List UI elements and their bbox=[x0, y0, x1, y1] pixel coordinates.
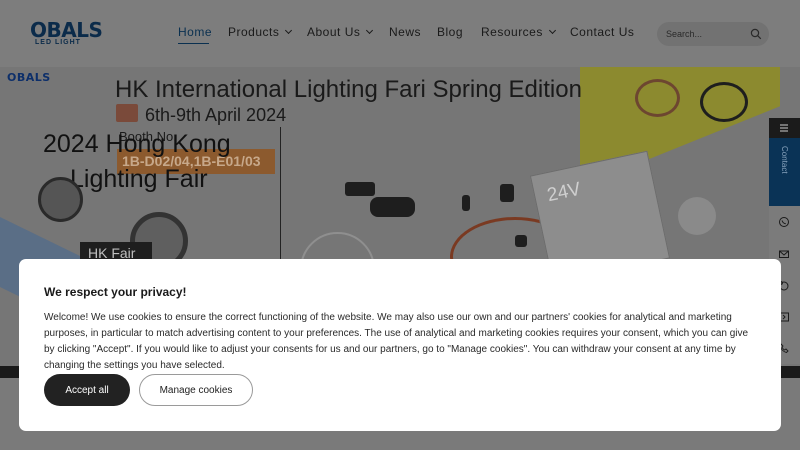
nav-active-indicator bbox=[178, 43, 209, 44]
track-light-product-image bbox=[345, 182, 375, 196]
event-title: HK International Lighting Fari Spring Ed… bbox=[115, 76, 582, 103]
nav-label: News bbox=[389, 25, 422, 39]
led-strip-product-image bbox=[700, 82, 748, 122]
manage-cookies-button[interactable]: Manage cookies bbox=[139, 374, 253, 406]
email-icon[interactable] bbox=[778, 248, 790, 260]
side-menu-toggle[interactable] bbox=[769, 118, 800, 138]
nav-news[interactable]: News bbox=[389, 25, 421, 39]
side-contact-button[interactable]: Contact bbox=[769, 138, 800, 206]
nav-label: About Us bbox=[307, 25, 361, 39]
headline-line-1: 2024 Hong Kong bbox=[43, 130, 231, 158]
nav-about-us[interactable]: About Us bbox=[307, 25, 374, 39]
chevron-down-icon bbox=[366, 26, 374, 35]
led-strip-product-image bbox=[635, 79, 680, 117]
cookie-description: Welcome! We use cookies to ensure the co… bbox=[44, 312, 749, 371]
connector-product-image bbox=[462, 195, 470, 211]
nav-label: Blog bbox=[437, 25, 464, 39]
nav-products[interactable]: Products bbox=[228, 25, 293, 39]
event-date: 6th-9th April 2024 bbox=[145, 105, 287, 125]
round-lamp-product-image bbox=[678, 197, 716, 235]
track-light-product-image bbox=[370, 197, 415, 217]
nav-blog[interactable]: Blog bbox=[437, 25, 463, 39]
banner-logo: OBALS bbox=[7, 71, 51, 84]
nav-contact-us[interactable]: Contact Us bbox=[570, 25, 634, 39]
contact-label: Contact bbox=[780, 146, 789, 174]
nav-label: Resources bbox=[481, 25, 543, 39]
hktdc-logo-icon bbox=[116, 104, 138, 122]
catalog-title: 24V bbox=[545, 178, 583, 207]
nav-label: Products bbox=[228, 25, 280, 39]
site-header: OBALS LED LIGHT Home Products About Us N… bbox=[0, 0, 800, 67]
brand-logo[interactable]: OBALS LED LIGHT bbox=[30, 18, 103, 48]
cookie-title: We respect your privacy! bbox=[44, 285, 187, 299]
whatsapp-icon[interactable] bbox=[778, 216, 790, 228]
downlight-product-image bbox=[38, 177, 83, 222]
nav-home[interactable]: Home bbox=[178, 25, 212, 39]
menu-icon bbox=[780, 124, 788, 132]
logo-subtext: LED LIGHT bbox=[35, 39, 81, 46]
search-input[interactable] bbox=[666, 27, 746, 41]
nav-resources[interactable]: Resources bbox=[481, 25, 556, 39]
nav-label: Home bbox=[178, 25, 213, 39]
accept-all-button[interactable]: Accept all bbox=[44, 374, 130, 406]
search-icon[interactable] bbox=[750, 28, 762, 40]
nav-label: Contact Us bbox=[570, 25, 635, 39]
connector-product-image bbox=[500, 184, 514, 202]
chevron-down-icon bbox=[285, 26, 293, 35]
chevron-down-icon bbox=[548, 26, 556, 35]
cookie-consent-dialog: We respect your privacy! Welcome! We use… bbox=[19, 259, 781, 431]
